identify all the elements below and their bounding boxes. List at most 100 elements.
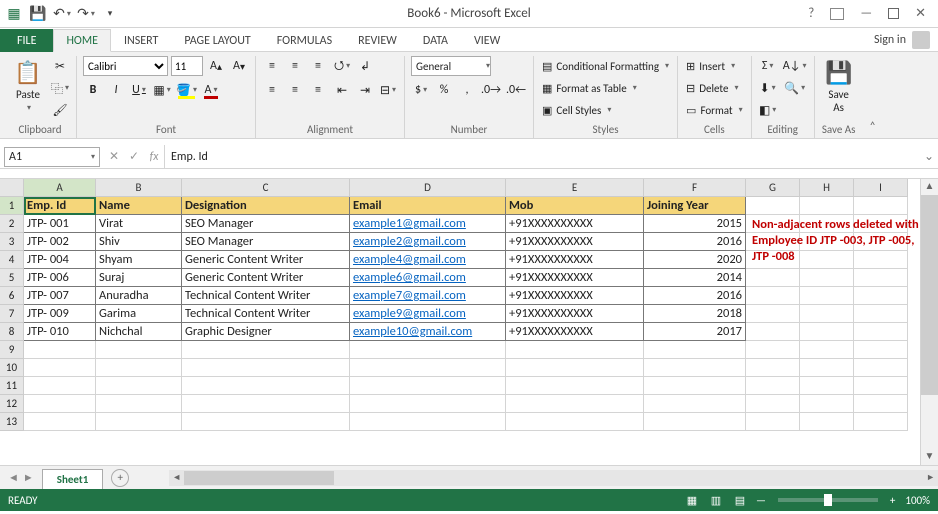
wrap-text-icon[interactable]: ↲ (355, 56, 375, 76)
cell[interactable]: Suraj (96, 269, 182, 287)
sheet-nav-next-icon[interactable]: ► (23, 471, 34, 484)
delete-cells-button[interactable]: ⊟Delete▾ (684, 78, 740, 98)
cell[interactable] (746, 359, 800, 377)
tab-data[interactable]: DATA (410, 29, 461, 52)
scroll-up-icon[interactable]: ▲ (921, 179, 938, 195)
cell[interactable]: Technical Content Writer (182, 287, 350, 305)
sheet-tab-sheet1[interactable]: Sheet1 (42, 469, 104, 489)
cell[interactable] (800, 359, 854, 377)
tab-review[interactable]: REVIEW (345, 29, 410, 52)
increase-indent-icon[interactable]: ⇥ (355, 80, 375, 100)
format-as-table-button[interactable]: ▦Format as Table▾ (540, 78, 639, 98)
cell[interactable] (854, 395, 908, 413)
align-right-icon[interactable]: ≡ (308, 80, 328, 100)
cell[interactable]: +91XXXXXXXXXX (506, 305, 644, 323)
row-header[interactable]: 13 (0, 413, 24, 431)
cell[interactable] (746, 395, 800, 413)
cell[interactable] (350, 395, 506, 413)
cell[interactable] (746, 305, 800, 323)
column-header[interactable]: B (96, 179, 182, 197)
name-box[interactable]: A1▾ (4, 147, 100, 167)
cell[interactable] (644, 413, 746, 431)
redo-icon[interactable]: ↷▾ (76, 4, 96, 24)
cell[interactable] (24, 395, 96, 413)
cell[interactable] (746, 269, 800, 287)
row-header[interactable]: 1 (0, 197, 24, 215)
decrease-indent-icon[interactable]: ⇤ (332, 80, 352, 100)
cell[interactable] (800, 377, 854, 395)
enter-formula-icon[interactable]: ✓ (124, 147, 144, 167)
cell[interactable]: JTP- 001 (24, 215, 96, 233)
cell[interactable]: JTP- 009 (24, 305, 96, 323)
format-cells-button[interactable]: ▭Format▾ (684, 100, 745, 120)
cell[interactable] (644, 395, 746, 413)
ribbon-display-icon[interactable] (830, 8, 844, 20)
cell[interactable]: Garima (96, 305, 182, 323)
cell[interactable]: JTP- 004 (24, 251, 96, 269)
find-select-icon[interactable]: 🔍▾ (782, 78, 808, 98)
cell[interactable] (800, 323, 854, 341)
expand-formula-bar-icon[interactable]: ⌄ (920, 149, 938, 164)
cell[interactable] (96, 377, 182, 395)
sign-in-button[interactable]: Sign in (866, 28, 938, 51)
email-link[interactable]: example10@gmail.com (350, 323, 506, 341)
cell[interactable] (854, 413, 908, 431)
formula-input[interactable]: Emp. Id (164, 145, 920, 168)
cell[interactable]: JTP- 010 (24, 323, 96, 341)
font-color-button[interactable]: A▾ (201, 80, 221, 100)
column-header[interactable]: G (746, 179, 800, 197)
decrease-font-icon[interactable]: A▾ (229, 56, 249, 76)
cell[interactable] (854, 269, 908, 287)
cell[interactable] (800, 341, 854, 359)
cell[interactable] (746, 197, 800, 215)
save-as-button[interactable]: 💾 Save As (821, 56, 857, 116)
cell[interactable]: 2015 (644, 215, 746, 233)
align-top-icon[interactable]: ≡ (262, 56, 282, 76)
font-size-input[interactable] (171, 56, 203, 76)
italic-button[interactable]: I (106, 80, 126, 100)
column-header[interactable]: A (24, 179, 96, 197)
cell[interactable] (182, 395, 350, 413)
row-header[interactable]: 11 (0, 377, 24, 395)
copy-icon[interactable]: ⿻▾ (50, 78, 70, 98)
cell[interactable] (800, 197, 854, 215)
align-left-icon[interactable]: ≡ (262, 80, 282, 100)
tab-home[interactable]: HOME (53, 29, 111, 52)
cell[interactable] (96, 341, 182, 359)
tab-view[interactable]: VIEW (461, 29, 513, 52)
cell[interactable] (182, 413, 350, 431)
cell[interactable]: Generic Content Writer (182, 251, 350, 269)
collapse-ribbon-icon[interactable]: ˄ (863, 56, 883, 138)
cell[interactable] (182, 359, 350, 377)
row-header[interactable]: 2 (0, 215, 24, 233)
tab-page-layout[interactable]: PAGE LAYOUT (171, 29, 263, 52)
cell[interactable] (350, 377, 506, 395)
fill-icon[interactable]: ⬇▾ (758, 78, 778, 98)
decrease-decimal-icon[interactable]: .0← (505, 80, 527, 100)
column-header[interactable]: F (644, 179, 746, 197)
zoom-slider[interactable] (778, 498, 878, 502)
scroll-thumb[interactable] (921, 195, 938, 395)
cell[interactable]: Shiv (96, 233, 182, 251)
cell[interactable] (746, 323, 800, 341)
cell[interactable]: SEO Manager (182, 215, 350, 233)
sheet-nav-prev-icon[interactable]: ◄ (8, 471, 19, 484)
cell[interactable]: +91XXXXXXXXXX (506, 269, 644, 287)
cell[interactable]: 2020 (644, 251, 746, 269)
email-link[interactable]: example6@gmail.com (350, 269, 506, 287)
clear-icon[interactable]: ◧▾ (758, 100, 778, 120)
row-header[interactable]: 8 (0, 323, 24, 341)
cell[interactable]: +91XXXXXXXXXX (506, 287, 644, 305)
cell[interactable]: Designation (182, 197, 350, 215)
cell[interactable] (506, 395, 644, 413)
cell[interactable] (506, 341, 644, 359)
cell[interactable]: 2016 (644, 287, 746, 305)
cell[interactable] (800, 269, 854, 287)
cell[interactable] (96, 413, 182, 431)
cell[interactable]: 2017 (644, 323, 746, 341)
cell[interactable] (854, 341, 908, 359)
accounting-format-icon[interactable]: $▾ (411, 80, 431, 100)
cell[interactable]: 2014 (644, 269, 746, 287)
cell[interactable]: JTP- 002 (24, 233, 96, 251)
column-header[interactable]: E (506, 179, 644, 197)
